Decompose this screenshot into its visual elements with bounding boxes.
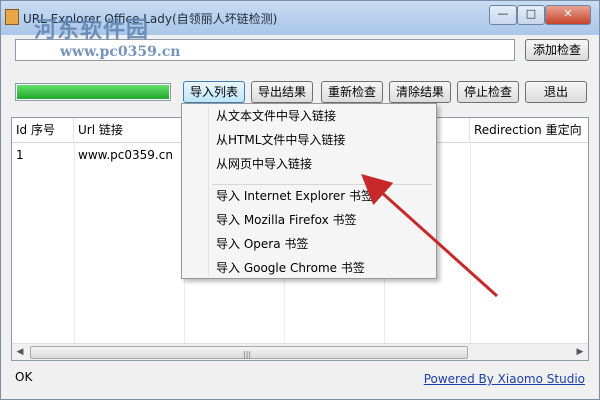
annotation-arrow-icon: [361, 173, 499, 298]
